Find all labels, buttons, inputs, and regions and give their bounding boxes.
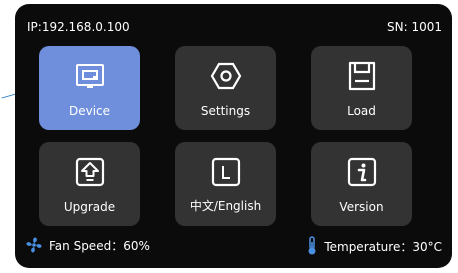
upgrade-button[interactable]: Upgrade xyxy=(39,142,140,226)
load-button[interactable]: Load xyxy=(311,46,412,130)
language-button[interactable]: 中文/English xyxy=(175,142,276,226)
version-label: Version xyxy=(339,200,384,214)
device-label: Device xyxy=(68,104,111,118)
info-icon xyxy=(347,157,376,187)
settings-icon xyxy=(210,62,241,90)
settings-label: Settings xyxy=(200,104,251,118)
temperature-status: Temperature：30°C xyxy=(306,236,442,256)
language-label: 中文/English xyxy=(189,199,262,213)
device-button[interactable]: Device xyxy=(39,46,140,130)
upgrade-label: Upgrade xyxy=(63,200,116,214)
fan-speed-status: Fan Speed：60% xyxy=(25,236,150,254)
device-screen: IP:192.168.0.100 SN: 1001 Device Setting… xyxy=(15,4,452,268)
temperature-text: Temperature：30°C xyxy=(324,239,442,254)
device-icon xyxy=(75,64,104,88)
version-button[interactable]: Version xyxy=(311,142,412,226)
thermometer-icon xyxy=(308,236,316,255)
fan-icon xyxy=(26,237,42,253)
load-icon xyxy=(348,61,375,91)
load-label: Load xyxy=(347,104,376,118)
settings-button[interactable]: Settings xyxy=(175,46,276,130)
serial-number: SN: 1001 xyxy=(387,20,442,34)
ip-address: IP:192.168.0.100 xyxy=(27,20,130,34)
language-icon xyxy=(211,157,240,187)
upgrade-icon xyxy=(75,157,104,187)
fan-speed-text: Fan Speed：60% xyxy=(49,238,150,253)
